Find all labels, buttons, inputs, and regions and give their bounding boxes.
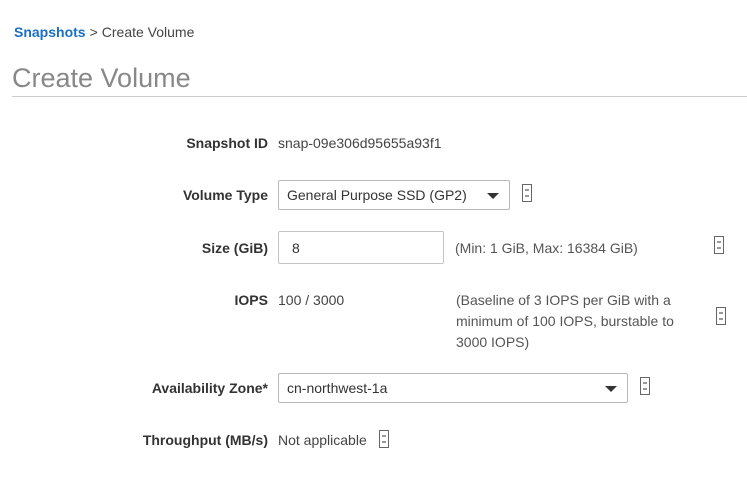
snapshot-id-value: snap-09e306d95655a93f1 <box>278 135 442 151</box>
availability-zone-label: Availability Zone* <box>151 380 268 396</box>
info-icon[interactable] <box>714 236 724 254</box>
info-icon[interactable] <box>716 307 726 325</box>
size-input[interactable] <box>278 231 444 264</box>
info-icon[interactable] <box>379 430 389 448</box>
volume-type-label: Volume Type <box>182 187 268 203</box>
breadcrumb-current: Create Volume <box>101 24 195 40</box>
throughput-value: Not applicable <box>278 432 367 448</box>
iops-hint: (Baseline of 3 IOPS per GiB with a minim… <box>456 292 674 350</box>
breadcrumb-separator: > <box>89 24 98 40</box>
throughput-label: Throughput (MB/s) <box>142 432 268 448</box>
breadcrumb-link-snapshots[interactable]: Snapshots <box>14 24 86 40</box>
volume-type-select[interactable]: General Purpose SSD (GP2) <box>278 180 510 210</box>
chevron-down-icon <box>605 386 617 392</box>
availability-zone-selected: cn-northwest-1a <box>287 380 388 396</box>
page-title: Create Volume <box>12 63 191 93</box>
info-icon[interactable] <box>640 377 650 395</box>
iops-label: IOPS <box>234 292 268 308</box>
title-divider <box>12 96 747 97</box>
size-hint: (Min: 1 GiB, Max: 16384 GiB) <box>455 240 638 256</box>
breadcrumb: Snapshots > Create Volume <box>14 24 194 40</box>
iops-value: 100 / 3000 <box>278 292 345 308</box>
snapshot-id-label: Snapshot ID <box>186 135 268 151</box>
availability-zone-select[interactable]: cn-northwest-1a <box>278 373 628 403</box>
info-icon[interactable] <box>522 184 532 202</box>
size-label: Size (GiB) <box>201 240 268 256</box>
volume-type-selected: General Purpose SSD (GP2) <box>287 187 467 203</box>
chevron-down-icon <box>487 193 499 199</box>
